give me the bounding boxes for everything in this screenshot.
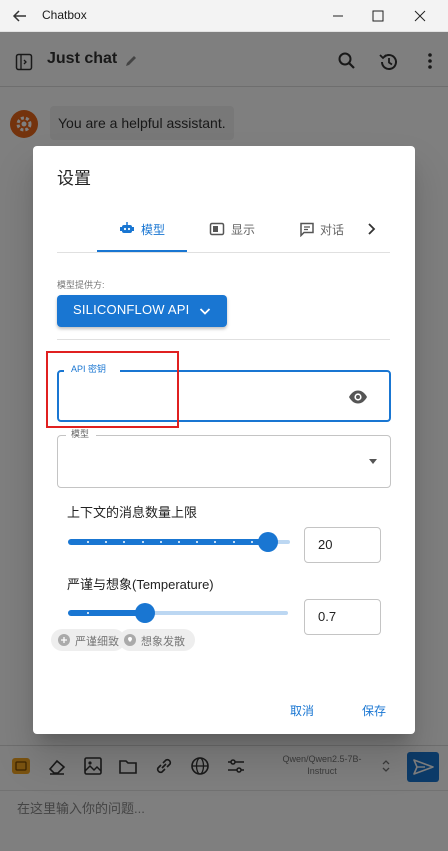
provider-value: SILICONFLOW API	[73, 302, 190, 317]
window-title: Chatbox	[42, 8, 87, 22]
highlight-annotation-box	[46, 351, 179, 428]
tabs-divider	[57, 252, 390, 253]
tab-indicator	[97, 250, 187, 252]
context-limit-slider-fill	[68, 539, 268, 545]
chevron-right-icon[interactable]	[363, 221, 379, 237]
dialog-title: 设置	[57, 169, 91, 188]
back-arrow-icon[interactable]	[10, 6, 30, 26]
temp-slider-tick	[87, 612, 89, 614]
context-slider-tick	[178, 541, 180, 543]
chat-icon[interactable]	[299, 221, 315, 237]
context-limit-label: 上下文的消息数量上限	[67, 505, 198, 520]
cancel-button[interactable]: 取消	[282, 697, 322, 721]
context-slider-tick	[159, 541, 162, 543]
temperature-input[interactable]	[304, 599, 381, 635]
display-icon[interactable]	[209, 221, 225, 237]
close-icon[interactable]	[412, 8, 428, 24]
context-slider-tick	[250, 541, 253, 543]
chevron-down-icon	[199, 308, 211, 315]
tab-display[interactable]: 显示	[231, 221, 255, 238]
temperature-label: 严谨与想象(Temperature)	[67, 577, 214, 592]
context-limit-value: 20	[318, 537, 333, 552]
maximize-icon[interactable]	[370, 8, 386, 24]
context-slider-tick	[141, 541, 144, 543]
creative-hint-label: 想象发散	[141, 636, 185, 648]
dropdown-arrow-icon[interactable]	[366, 455, 380, 467]
context-slider-tick	[87, 541, 89, 543]
model-select[interactable]	[57, 435, 391, 488]
model-label: 模型	[71, 429, 90, 439]
robot-icon[interactable]	[119, 220, 135, 236]
section-divider	[57, 339, 390, 340]
temperature-slider-fill	[68, 610, 145, 616]
tab-model[interactable]: 模型	[141, 221, 165, 238]
context-limit-slider-thumb[interactable]	[258, 532, 278, 552]
precise-hint-label: 严谨细致	[75, 636, 119, 648]
precise-icon	[58, 634, 70, 646]
context-slider-tick	[232, 541, 235, 543]
context-limit-input[interactable]	[304, 527, 381, 563]
minimize-icon[interactable]	[330, 8, 346, 24]
save-button[interactable]: 保存	[354, 697, 394, 721]
lightbulb-icon	[124, 634, 136, 646]
tab-chat[interactable]: 对话	[320, 221, 344, 238]
provider-label: 模型提供方:	[57, 280, 105, 290]
temperature-value: 0.7	[318, 609, 337, 624]
eye-icon[interactable]	[348, 388, 368, 406]
temperature-slider-thumb[interactable]	[135, 603, 155, 623]
